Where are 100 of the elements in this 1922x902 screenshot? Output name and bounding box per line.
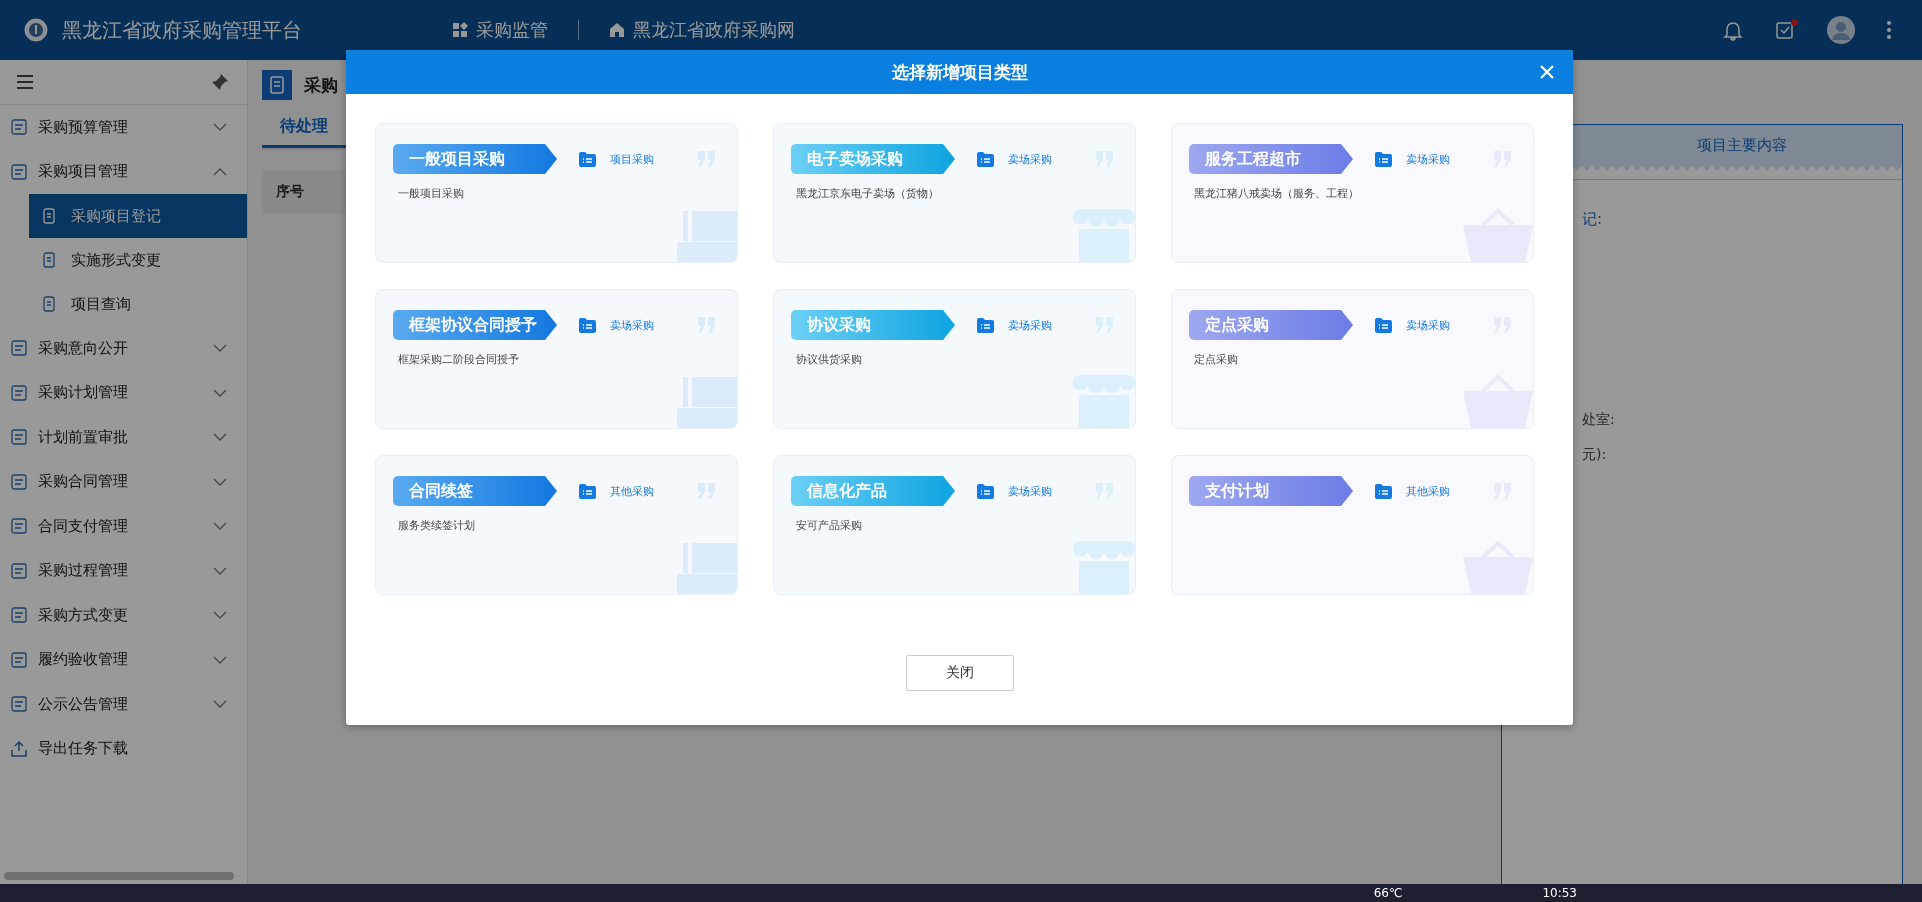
document-icon (10, 472, 28, 491)
field-label: 记: (1582, 210, 1604, 229)
clock-text: 10:53 (1542, 886, 1577, 900)
basket-drawing (1463, 207, 1533, 262)
category-label: 卖场采购 (1008, 317, 1052, 333)
card-description: 定点采购 (1194, 352, 1239, 367)
project-type-card[interactable]: 支付计划 其他采购 (1171, 455, 1534, 595)
folder-icon (579, 317, 596, 333)
sidebar-item[interactable]: 导出任务下载 (0, 726, 247, 771)
bell-icon[interactable] (1722, 19, 1744, 41)
nav-link[interactable]: 黑龙江省政府采购网 (609, 18, 795, 42)
clipboard-icon (262, 70, 292, 100)
quote-icon (697, 483, 717, 499)
dialog-title: 选择新增项目类型 (891, 60, 1028, 84)
emblem-logo (24, 18, 48, 42)
sidebar-item[interactable]: 采购计划管理 (0, 370, 247, 415)
close-button[interactable]: 关闭 (905, 655, 1014, 691)
folder-icon (977, 483, 994, 499)
project-type-card[interactable]: 服务工程超市 卖场采购 黑龙江猪八戒卖场（服务、工程） (1171, 123, 1534, 263)
field-label: 元): (1582, 446, 1608, 464)
basket-drawing (1463, 539, 1533, 594)
folder-icon (977, 151, 994, 167)
sidebar-item[interactable]: 采购过程管理 (0, 548, 247, 593)
chevron-icon (213, 700, 227, 709)
project-type-card[interactable]: 合同续签 其他采购 服务类续签计划 (375, 455, 738, 595)
document-icon (10, 118, 28, 137)
chevron-icon (213, 344, 227, 353)
chevron-icon (213, 566, 227, 575)
sidebar-item[interactable]: 履约验收管理 (0, 637, 247, 682)
folder-icon (579, 151, 596, 167)
card-description: 安可产品采购 (796, 518, 863, 533)
chevron-icon (213, 611, 227, 620)
document-icon (10, 650, 28, 669)
basket-drawing (1463, 373, 1533, 428)
chevron-icon (213, 655, 227, 664)
category-label: 卖场采购 (1406, 151, 1450, 167)
more-icon[interactable] (1886, 19, 1892, 41)
folder-icon (1375, 317, 1392, 333)
quote-icon (1095, 483, 1115, 499)
shop-drawing (1073, 539, 1135, 594)
category-label: 卖场采购 (610, 317, 654, 333)
quote-icon (697, 317, 717, 333)
folder-icon (1375, 483, 1392, 499)
menu-icon[interactable] (16, 74, 34, 90)
sidebar-item[interactable]: 采购项目管理 (0, 149, 247, 194)
field-label: 处室: (1582, 411, 1616, 429)
document-icon (10, 428, 28, 447)
nav-link[interactable]: 采购监管 (452, 18, 548, 42)
upload-icon (10, 739, 28, 758)
sidebar-item[interactable]: 采购方式变更 (0, 593, 247, 638)
page-title: 采购 (304, 73, 338, 97)
card-description: 框架采购二阶段合同授予 (398, 352, 520, 367)
category-label: 项目采购 (610, 151, 654, 167)
shop-drawing (1073, 373, 1135, 428)
document-icon (10, 339, 28, 358)
document-icon (41, 296, 57, 312)
sidebar-item[interactable]: 采购合同管理 (0, 459, 247, 504)
task-button[interactable] (1774, 19, 1796, 41)
project-type-card[interactable]: 框架协议合同授予 卖场采购 框架采购二阶段合同授予 (375, 289, 738, 429)
quote-icon (697, 151, 717, 167)
sidebar-subitem[interactable]: 实施形式变更 (29, 238, 247, 282)
temperature-text: 66℃ (1373, 886, 1403, 900)
close-icon[interactable] (1539, 64, 1555, 80)
project-type-card[interactable]: 电子卖场采购 卖场采购 黑龙江京东电子卖场（货物） (773, 123, 1136, 263)
category-label: 卖场采购 (1008, 483, 1052, 499)
sidebar-item[interactable]: 计划前置审批 (0, 415, 247, 460)
document-icon (10, 517, 28, 536)
scrollbar[interactable] (4, 872, 234, 880)
card-description: 协议供货采购 (796, 352, 863, 367)
sidebar-item[interactable]: 合同支付管理 (0, 504, 247, 549)
chevron-icon (213, 477, 227, 486)
card-description: 服务类续签计划 (398, 518, 476, 533)
sidebar-subitem[interactable]: 采购项目登记 (29, 194, 247, 238)
sidebar-item[interactable]: 采购意向公开 (0, 326, 247, 371)
sidebar-item[interactable]: 采购预算管理 (0, 105, 247, 150)
folder-icon (579, 483, 596, 499)
document-icon (10, 162, 28, 181)
chevron-icon (213, 522, 227, 531)
document-icon (10, 695, 28, 714)
project-type-card[interactable]: 协议采购 卖场采购 协议供货采购 (773, 289, 1136, 429)
document-icon (41, 252, 57, 268)
chevron-icon (213, 167, 227, 176)
shop-drawing (1073, 207, 1135, 262)
card-description: 一般项目采购 (398, 186, 465, 201)
document-icon (41, 208, 57, 224)
quote-icon (1095, 317, 1115, 333)
card-description: 黑龙江猪八戒卖场（服务、工程） (1194, 186, 1360, 201)
project-type-card[interactable]: 信息化产品 卖场采购 安可产品采购 (773, 455, 1136, 595)
chevron-icon (213, 123, 227, 132)
category-label: 其他采购 (1406, 483, 1450, 499)
sidebar-subitem[interactable]: 项目查询 (29, 282, 247, 326)
folder-icon (1375, 151, 1392, 167)
chevron-icon (213, 388, 227, 397)
document-icon (10, 383, 28, 402)
project-type-card[interactable]: 一般项目采购 项目采购 一般项目采购 (375, 123, 738, 263)
sidebar-item[interactable]: 公示公告管理 (0, 682, 247, 727)
avatar-icon[interactable] (1826, 15, 1856, 45)
project-type-card[interactable]: 定点采购 卖场采购 定点采购 (1171, 289, 1534, 429)
card-description: 黑龙江京东电子卖场（货物） (796, 186, 940, 201)
quote-icon (1095, 151, 1115, 167)
